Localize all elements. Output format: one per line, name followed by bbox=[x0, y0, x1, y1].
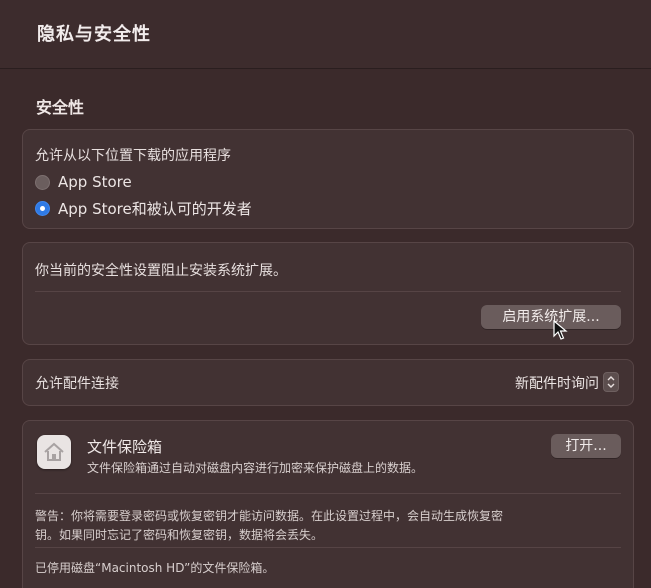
card-divider bbox=[35, 547, 621, 548]
radio-option-app-store-identified[interactable]: App Store和被认可的开发者 bbox=[35, 198, 252, 219]
card-divider bbox=[35, 493, 621, 494]
radio-unchecked-icon[interactable] bbox=[35, 174, 50, 190]
enable-system-extensions-button[interactable]: 启用系统扩展... bbox=[481, 305, 621, 329]
accessories-label: 允许配件连接 bbox=[35, 376, 119, 392]
window-title: 隐私与安全性 bbox=[37, 24, 151, 45]
filevault-warning-line2: 钥。如果同时忘记了密码和恢复密钥，数据将会丢失。 bbox=[35, 528, 324, 542]
accessories-card: 允许配件连接 新配件时询问 bbox=[22, 359, 634, 406]
filevault-card: 文件保险箱 文件保险箱通过自动对磁盘内容进行加密来保护磁盘上的数据。 打开...… bbox=[22, 420, 634, 588]
filevault-warning-line1: 警告：你将需要登录密码或恢复密钥才能访问数据。在此设置过程中，会自动生成恢复密 bbox=[35, 509, 504, 523]
download-sources-heading: 允许从以下位置下载的应用程序 bbox=[35, 148, 231, 164]
mouse-pointer-icon bbox=[553, 320, 568, 340]
section-title: 安全性 bbox=[36, 98, 85, 117]
filevault-status: 已停用磁盘“Macintosh HD”的文件保险箱。 bbox=[35, 561, 275, 575]
filevault-open-button[interactable]: 打开... bbox=[551, 434, 621, 458]
radio-option-app-store[interactable]: App Store bbox=[35, 173, 132, 191]
house-icon bbox=[37, 435, 71, 469]
filevault-description: 文件保险箱通过自动对磁盘内容进行加密来保护磁盘上的数据。 bbox=[87, 461, 424, 475]
filevault-title: 文件保险箱 bbox=[87, 438, 163, 456]
system-extensions-message: 你当前的安全性设置阻止安装系统扩展。 bbox=[35, 263, 287, 279]
radio-label-app-store: App Store bbox=[58, 173, 132, 191]
radio-label-app-store-identified: App Store和被认可的开发者 bbox=[58, 200, 252, 218]
updown-chevron-icon[interactable] bbox=[603, 372, 619, 392]
radio-checked-icon[interactable] bbox=[35, 201, 50, 216]
title-bar: 隐私与安全性 bbox=[0, 0, 651, 69]
card-divider bbox=[35, 291, 621, 292]
accessories-select-value[interactable]: 新配件时询问 bbox=[515, 373, 599, 393]
download-sources-card: 允许从以下位置下载的应用程序 App Store App Store和被认可的开… bbox=[22, 129, 634, 229]
system-extensions-card: 你当前的安全性设置阻止安装系统扩展。 启用系统扩展... bbox=[22, 242, 634, 345]
settings-pane: 安全性 允许从以下位置下载的应用程序 App Store App Store和被… bbox=[0, 69, 651, 588]
